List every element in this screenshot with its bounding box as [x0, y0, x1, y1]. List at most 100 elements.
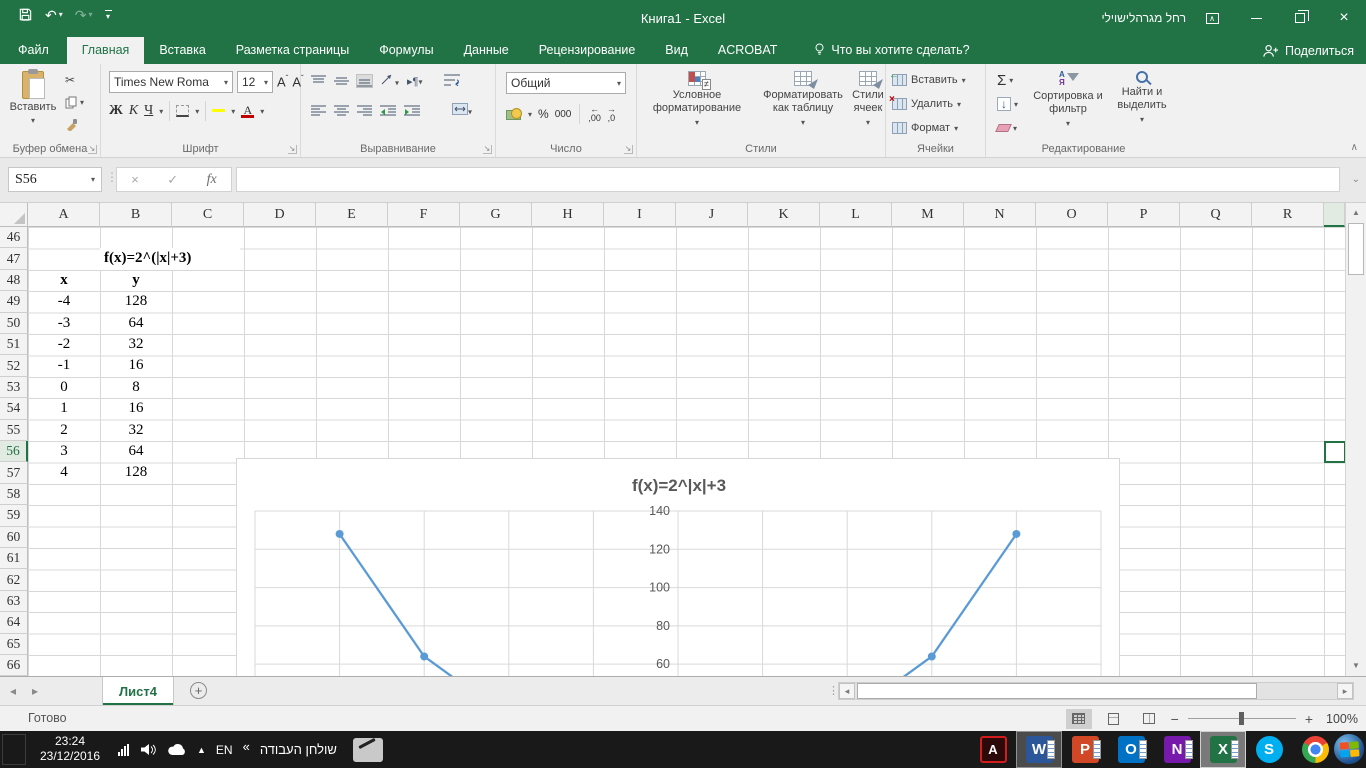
formula-input[interactable] — [236, 167, 1340, 192]
sheet-nav-left-arrow[interactable]: ◂ — [10, 677, 16, 705]
scroll-left-arrow[interactable]: ◂ — [839, 683, 855, 699]
customize-qat-button[interactable]: ▾ — [105, 10, 112, 19]
row-header-61[interactable]: 61 — [0, 548, 28, 569]
taskbar-clock[interactable]: 23:24 23/12/2016 — [26, 734, 114, 764]
active-cell[interactable] — [1324, 441, 1346, 463]
delete-cells-button[interactable]: × Удалить▾ — [892, 94, 961, 114]
column-header-F[interactable]: F — [388, 203, 460, 227]
currency-dropdown-arrow[interactable]: ▾ — [528, 110, 532, 119]
sort-filter-button[interactable]: АЯ Сортировка и фильтр▾ — [1032, 68, 1104, 128]
underline-button[interactable]: Ч — [144, 103, 153, 119]
taskbar-app-skype[interactable]: S — [1246, 731, 1292, 768]
ribbon-tab-вставка[interactable]: Вставка — [144, 37, 220, 64]
ribbon-tab-рецензирование[interactable]: Рецензирование — [524, 37, 651, 64]
ribbon-tab-данные[interactable]: Данные — [449, 37, 524, 64]
tab-file[interactable]: Файл — [0, 37, 67, 64]
align-left-button[interactable] — [311, 105, 326, 117]
tell-me-box[interactable]: Что вы хотите сделать? — [814, 42, 969, 64]
cell-A56[interactable]: 3 — [28, 441, 100, 462]
row-header-47[interactable]: 47 — [0, 248, 28, 269]
network-signal-icon[interactable] — [118, 744, 129, 756]
column-header-P[interactable]: P — [1108, 203, 1180, 227]
align-bottom-button[interactable] — [357, 75, 372, 87]
cell-B56[interactable]: 64 — [100, 441, 172, 462]
row-header-50[interactable]: 50 — [0, 313, 28, 334]
data-point-marker[interactable] — [928, 652, 936, 660]
insert-function-button[interactable]: fx — [207, 172, 217, 188]
merge-center-button[interactable]: ▾ — [452, 103, 472, 118]
ribbon-tab-acrobat[interactable]: ACROBAT — [703, 37, 793, 64]
name-box[interactable]: S56 ▾ — [8, 167, 102, 192]
data-point-marker[interactable] — [420, 652, 428, 660]
thousands-format-button[interactable]: 000 — [555, 109, 572, 120]
horizontal-scrollbar[interactable]: ◂ ▸ — [838, 682, 1354, 700]
increase-font-button[interactable]: Aˆ — [277, 74, 288, 89]
pen-input-icon[interactable] — [353, 738, 383, 762]
account-user-name[interactable]: רחל מגרהלישוילי — [1101, 0, 1186, 36]
format-as-table-button[interactable]: Форматировать как таблицу ▾ — [755, 68, 851, 127]
align-center-button[interactable] — [334, 105, 349, 117]
currency-format-icon[interactable] — [506, 108, 522, 120]
ribbon-tab-главная[interactable]: Главная — [67, 37, 145, 64]
data-point-marker[interactable] — [336, 530, 344, 538]
row-header-65[interactable]: 65 — [0, 634, 28, 655]
taskbar-app-powerpoint[interactable]: P — [1062, 731, 1108, 768]
sheet-tab-active[interactable]: Лист4 — [102, 677, 174, 705]
collapse-ribbon-button[interactable]: ∧ — [1351, 142, 1358, 153]
volume-icon[interactable] — [139, 742, 157, 757]
zoom-slider-thumb[interactable] — [1239, 712, 1244, 725]
cell-A52[interactable]: -1 — [28, 355, 100, 376]
row-header-51[interactable]: 51 — [0, 334, 28, 355]
scroll-up-arrow[interactable]: ▲ — [1346, 205, 1366, 221]
row-header-59[interactable]: 59 — [0, 505, 28, 526]
expand-formula-bar-button[interactable]: ⌄ — [1352, 174, 1360, 185]
increase-indent-button[interactable] — [404, 105, 420, 117]
insert-cells-button[interactable]: ← Вставить▾ — [892, 70, 966, 90]
fill-color-button[interactable] — [212, 110, 225, 112]
sheet-nav-right-arrow[interactable]: ▸ — [32, 677, 38, 705]
column-header-H[interactable]: H — [532, 203, 604, 227]
scroll-down-arrow[interactable]: ▼ — [1346, 658, 1366, 674]
cell-B57[interactable]: 128 — [100, 462, 172, 483]
row-header-46[interactable]: 46 — [0, 227, 28, 248]
autosum-button[interactable]: Σ▾ — [994, 70, 1016, 90]
column-header-J[interactable]: J — [676, 203, 748, 227]
row-header-64[interactable]: 64 — [0, 612, 28, 633]
column-header-Q[interactable]: Q — [1180, 203, 1252, 227]
underline-dropdown-arrow[interactable]: ▾ — [159, 107, 163, 116]
text-direction-dropdown-arrow[interactable]: ▾ — [418, 77, 422, 86]
fill-color-dropdown-arrow[interactable]: ▾ — [231, 107, 235, 116]
column-header-S-partial[interactable] — [1324, 203, 1345, 227]
vertical-scroll-thumb[interactable] — [1348, 223, 1364, 275]
row-header-58[interactable]: 58 — [0, 484, 28, 505]
decrease-indent-button[interactable] — [380, 105, 396, 117]
cell-B51[interactable]: 32 — [100, 334, 172, 355]
row-header-49[interactable]: 49 — [0, 291, 28, 312]
normal-view-button[interactable] — [1066, 709, 1092, 729]
column-header-I[interactable]: I — [604, 203, 676, 227]
page-layout-view-button[interactable] — [1101, 709, 1127, 729]
percent-format-button[interactable]: % — [538, 107, 549, 121]
copy-button[interactable]: ▾ — [62, 92, 87, 112]
cell-B49[interactable]: 128 — [100, 291, 172, 312]
language-indicator[interactable]: EN — [216, 743, 233, 757]
cut-button[interactable]: ✂ — [62, 70, 87, 90]
row-header-52[interactable]: 52 — [0, 355, 28, 376]
row-header-63[interactable]: 63 — [0, 591, 28, 612]
cancel-entry-button[interactable]: × — [131, 172, 139, 187]
ribbon-display-options-button[interactable]: ∧ — [1190, 0, 1234, 36]
fill-button[interactable]: ↓▾ — [994, 94, 1021, 114]
align-middle-button[interactable] — [334, 75, 349, 87]
chart-title[interactable]: f(x)=2^|x|+3 — [632, 476, 726, 495]
column-header-G[interactable]: G — [460, 203, 532, 227]
hidden-icons-chevron[interactable]: ▲ — [197, 745, 206, 755]
select-all-corner[interactable] — [0, 203, 28, 227]
show-desktop-button[interactable] — [2, 734, 26, 765]
align-top-button[interactable] — [311, 75, 326, 87]
close-button[interactable]: × — [1322, 0, 1366, 36]
paste-button[interactable]: Вставить ▾ — [8, 69, 58, 143]
column-header-O[interactable]: O — [1036, 203, 1108, 227]
italic-button[interactable]: К — [129, 103, 138, 119]
column-header-B[interactable]: B — [100, 203, 172, 227]
row-header-56[interactable]: 56 — [0, 441, 28, 462]
